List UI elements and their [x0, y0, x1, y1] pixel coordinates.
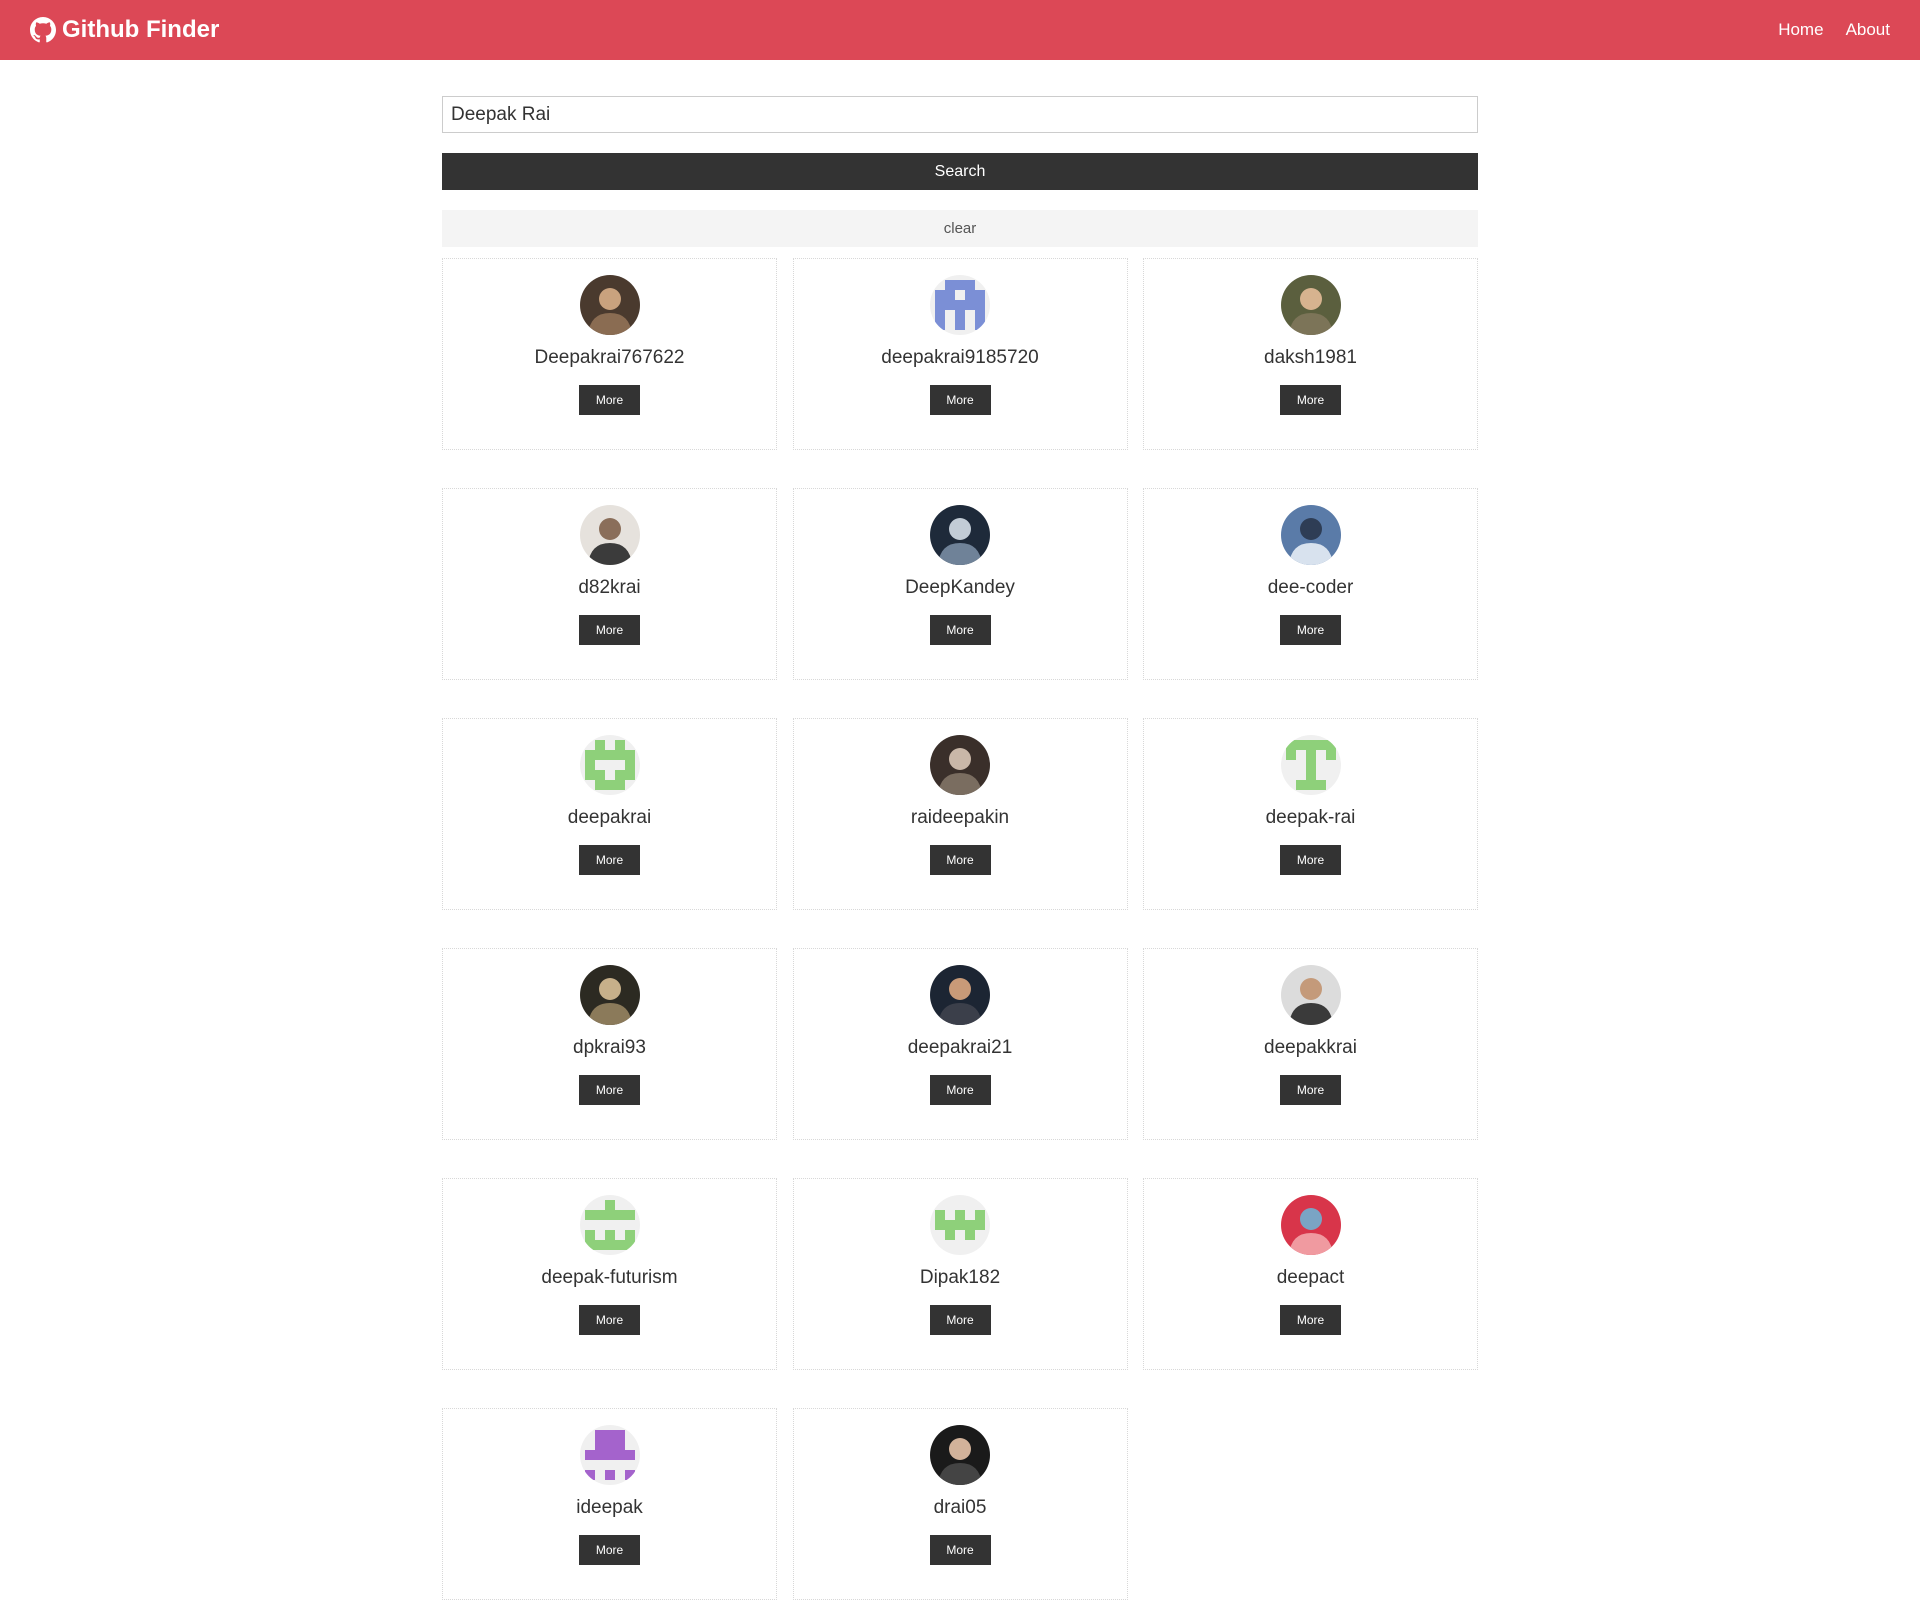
user-card: daksh1981 More: [1143, 258, 1478, 450]
user-login: deepact: [1276, 1267, 1345, 1288]
user-avatar: [579, 735, 640, 795]
user-login: d82krai: [578, 577, 641, 598]
user-login: Deepakrai767622: [534, 347, 685, 368]
user-avatar: [1280, 505, 1341, 565]
user-card: drai05 More: [792, 1408, 1128, 1600]
more-button[interactable]: More: [1280, 385, 1341, 415]
user-avatar: [930, 735, 990, 795]
user-login: ideepak: [576, 1497, 643, 1518]
brand[interactable]: Github Finder: [30, 16, 219, 44]
more-button[interactable]: More: [929, 1305, 991, 1335]
more-button[interactable]: More: [929, 845, 991, 875]
user-card: deepak-rai More: [1143, 718, 1478, 910]
user-login: deepakkrai: [1264, 1037, 1357, 1058]
user-card: deepact More: [1143, 1178, 1478, 1370]
user-card: dee-coder More: [1143, 488, 1478, 680]
more-button[interactable]: More: [1280, 1075, 1341, 1105]
user-avatar: [579, 1425, 640, 1485]
more-button[interactable]: More: [579, 1075, 640, 1105]
more-button[interactable]: More: [1280, 845, 1341, 875]
user-login: daksh1981: [1264, 347, 1357, 368]
more-button[interactable]: More: [579, 1535, 640, 1565]
nav-home-link[interactable]: Home: [1778, 20, 1823, 40]
more-button[interactable]: More: [1280, 1305, 1341, 1335]
user-card: deepakrai More: [442, 718, 777, 910]
user-login: DeepKandey: [905, 577, 1015, 598]
user-login: dee-coder: [1267, 577, 1354, 598]
more-button[interactable]: More: [929, 1535, 991, 1565]
clear-button[interactable]: clear: [442, 210, 1478, 247]
more-button[interactable]: More: [1280, 615, 1341, 645]
user-avatar: [930, 505, 990, 565]
brand-title: Github Finder: [62, 16, 220, 43]
user-avatar: [1280, 1195, 1341, 1255]
user-login: deepak-futurism: [541, 1267, 678, 1288]
user-avatar: [1280, 965, 1341, 1025]
user-login: deepakrai: [567, 807, 652, 828]
nav-about-link[interactable]: About: [1846, 20, 1890, 40]
more-button[interactable]: More: [929, 385, 991, 415]
user-avatar: [579, 505, 640, 565]
user-card: ideepak More: [442, 1408, 777, 1600]
user-card: deepakkrai More: [1143, 948, 1478, 1140]
user-avatar: [930, 275, 990, 335]
user-card: Deepakrai767622 More: [442, 258, 777, 450]
more-button[interactable]: More: [579, 1305, 640, 1335]
user-grid: Deepakrai767622 More deepakrai9185720 Mo…: [442, 258, 1478, 1600]
more-button[interactable]: More: [579, 615, 640, 645]
user-login: deepakrai9185720: [881, 347, 1039, 368]
user-avatar: [1280, 735, 1341, 795]
more-button[interactable]: More: [579, 385, 640, 415]
user-avatar: [579, 1195, 640, 1255]
user-card: d82krai More: [442, 488, 777, 680]
more-button[interactable]: More: [579, 845, 640, 875]
user-login: drai05: [933, 1497, 987, 1518]
user-card: raideepakin More: [792, 718, 1128, 910]
user-login: dpkrai93: [573, 1037, 646, 1058]
user-card: dpkrai93 More: [442, 948, 777, 1140]
navbar: Github Finder Home About: [0, 0, 1920, 60]
user-avatar: [930, 965, 990, 1025]
user-card: deepakrai21 More: [792, 948, 1128, 1140]
user-card: Dipak182 More: [792, 1178, 1128, 1370]
main-container: Search clear Deepakrai767622 More deepak…: [442, 96, 1478, 1600]
user-avatar: [579, 965, 640, 1025]
user-avatar: [930, 1195, 990, 1255]
user-card: DeepKandey More: [792, 488, 1128, 680]
user-card: deepak-futurism More: [442, 1178, 777, 1370]
search-button[interactable]: Search: [442, 153, 1478, 190]
github-icon: [30, 17, 56, 43]
more-button[interactable]: More: [929, 615, 991, 645]
user-avatar: [1280, 275, 1341, 335]
more-button[interactable]: More: [929, 1075, 991, 1105]
user-avatar: [930, 1425, 990, 1485]
user-avatar: [579, 275, 640, 335]
user-login: raideepakin: [910, 807, 1010, 828]
user-login: deepakrai21: [907, 1037, 1013, 1058]
search-input[interactable]: [442, 96, 1478, 133]
user-login: Dipak182: [919, 1267, 1001, 1288]
user-login: deepak-rai: [1265, 807, 1356, 828]
nav-links: Home About: [1778, 20, 1890, 40]
user-card: deepakrai9185720 More: [792, 258, 1128, 450]
